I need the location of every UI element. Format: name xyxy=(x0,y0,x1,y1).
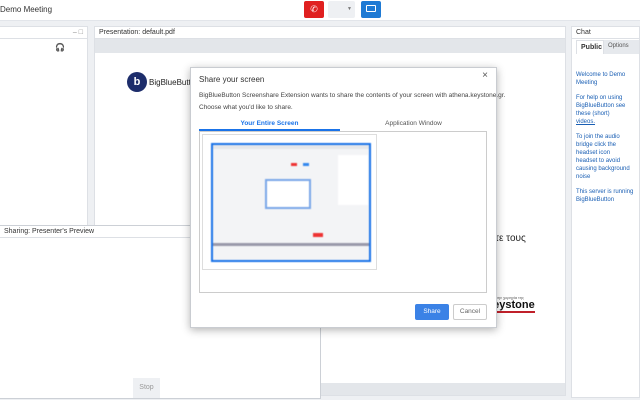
screen-thumbnail[interactable] xyxy=(202,134,377,270)
top-bar: Demo Meeting ✆ ▼ xyxy=(0,0,640,21)
chat-message: Welcome to Demo Meeting xyxy=(576,72,626,86)
meeting-title: Demo Meeting xyxy=(0,5,53,14)
chat-panel: Chat Public Options Welcome to Demo Meet… xyxy=(571,26,640,398)
screenshare-button[interactable] xyxy=(361,1,381,18)
cancel-button[interactable]: Cancel xyxy=(453,304,487,320)
tab-entire-screen[interactable]: Your Entire Screen xyxy=(199,118,340,131)
minimize-button[interactable]: – xyxy=(73,29,77,36)
chat-message: To join the audio bridge click the heads… xyxy=(576,134,620,156)
headset-icon: 🎧 xyxy=(55,43,65,52)
tab-public[interactable]: Public xyxy=(576,40,604,54)
presentation-toolbar xyxy=(95,39,565,53)
share-screen-dialog: Share your screen × BigBlueButton Screen… xyxy=(190,67,505,328)
dialog-title: Share your screen xyxy=(199,75,265,84)
chat-messages: Welcome to Demo Meeting For help on usin… xyxy=(576,71,636,211)
slide-text: τε τους xyxy=(495,233,526,244)
chevron-down-icon: ▼ xyxy=(347,6,352,12)
tab-options[interactable]: Options xyxy=(604,40,639,54)
bbb-logo-icon: b xyxy=(127,72,147,92)
screen-preview-image xyxy=(211,143,371,262)
close-icon[interactable]: × xyxy=(482,70,488,81)
stop-sharing-button[interactable]: Stop xyxy=(133,378,160,398)
presentation-title: Presentation: default.pdf xyxy=(95,27,565,39)
share-button[interactable]: Share xyxy=(415,304,449,320)
chat-message: This server is running BigBlueButton xyxy=(576,189,634,203)
webcam-dropdown-button[interactable]: ▼ xyxy=(328,1,355,18)
dialog-description: BigBlueButton Screenshare Extension want… xyxy=(199,92,506,99)
phone-icon: ✆ xyxy=(310,4,318,14)
chat-message: headset to avoid causing background nois… xyxy=(576,158,630,180)
videos-link[interactable]: videos. xyxy=(576,118,636,126)
source-list xyxy=(199,131,487,293)
maximize-button[interactable]: □ xyxy=(79,29,83,36)
dialog-prompt: Choose what you'd like to share. xyxy=(199,104,293,111)
monitor-icon xyxy=(366,5,376,12)
chat-message: For help on using BigBlueButton see thes… xyxy=(576,95,626,117)
chat-title: Chat xyxy=(572,27,639,39)
tab-application-window[interactable]: Application Window xyxy=(340,118,487,131)
leave-audio-button[interactable]: ✆ xyxy=(304,1,324,18)
